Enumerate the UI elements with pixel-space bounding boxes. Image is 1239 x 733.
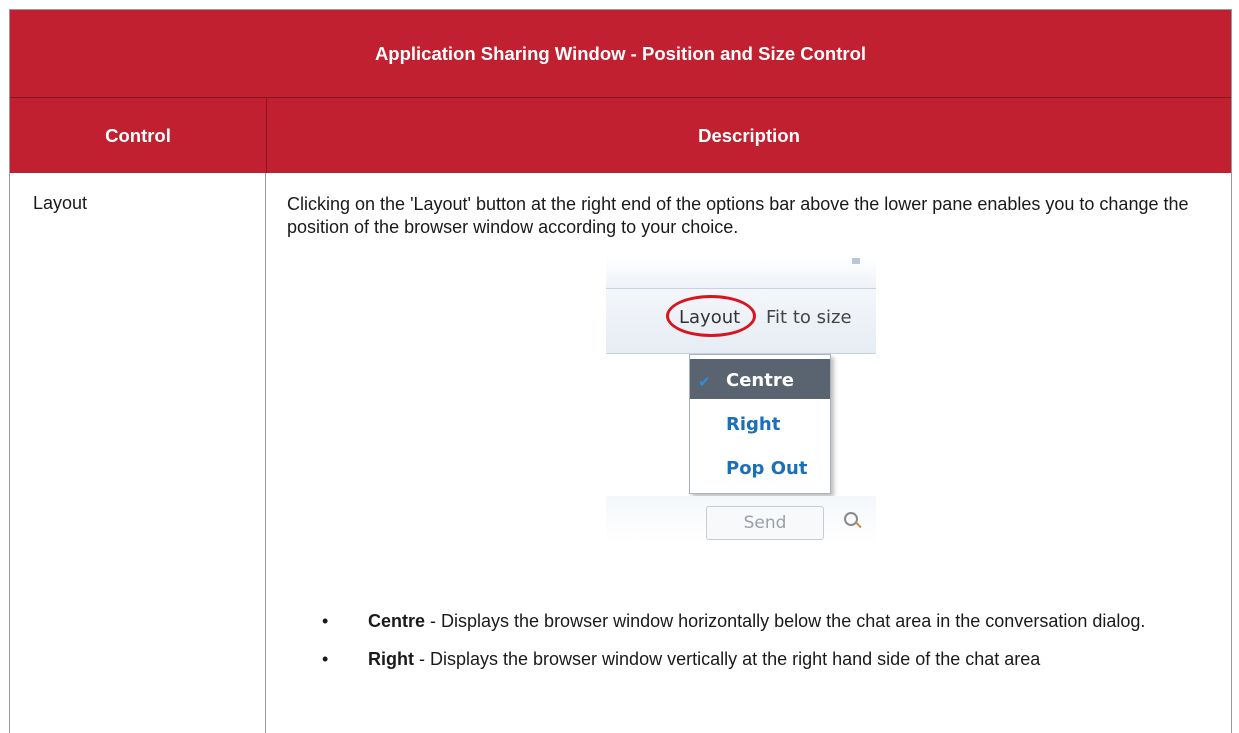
screenshot-top-bar xyxy=(606,258,876,289)
layout-menu-screenshot: Layout Fit to size ✔ Centre Right Pop Ou… xyxy=(606,258,876,544)
layout-options-list: • Centre - Displays the browser window h… xyxy=(322,610,1182,686)
menu-item-centre[interactable]: ✔ Centre xyxy=(690,359,830,399)
position-size-table: Application Sharing Window - Position an… xyxy=(9,9,1232,733)
layout-dropdown-menu: ✔ Centre Right Pop Out xyxy=(689,354,831,494)
bullet-text: - Displays the browser window vertically… xyxy=(413,649,1041,669)
menu-item-label: Centre xyxy=(726,370,794,391)
table-row: Layout Clicking on the 'Layout' button a… xyxy=(10,173,1231,733)
bullet-icon: • xyxy=(322,649,329,669)
header-description: Description xyxy=(698,124,800,146)
menu-item-right[interactable]: Right xyxy=(690,403,830,443)
bullet-text: - Displays the browser window horizontal… xyxy=(425,611,1146,631)
bullet-term: Centre xyxy=(368,611,426,631)
send-button[interactable]: Send xyxy=(706,506,824,540)
menu-item-pop-out[interactable]: Pop Out xyxy=(690,447,830,487)
list-item: • Centre - Displays the browser window h… xyxy=(322,610,1182,633)
bullet-term: Right xyxy=(368,649,414,669)
control-cell: Layout xyxy=(10,173,266,733)
highlight-ring xyxy=(666,295,756,337)
fit-to-size-button[interactable]: Fit to size xyxy=(766,306,852,329)
menu-item-label: Pop Out xyxy=(726,458,808,479)
header-control: Control xyxy=(10,98,267,173)
description-cell: Clicking on the 'Layout' button at the r… xyxy=(266,173,1231,733)
menu-item-label: Right xyxy=(726,414,781,435)
bullet-icon: • xyxy=(322,611,329,631)
description-text: Clicking on the 'Layout' button at the r… xyxy=(287,194,1189,237)
table-title: Application Sharing Window - Position an… xyxy=(10,10,1231,98)
header-row: Control Description xyxy=(10,98,1231,173)
magnifier-icon[interactable] xyxy=(844,512,858,526)
checkmark-icon: ✔ xyxy=(698,373,711,391)
list-item: • Right - Displays the browser window ve… xyxy=(322,648,1182,671)
